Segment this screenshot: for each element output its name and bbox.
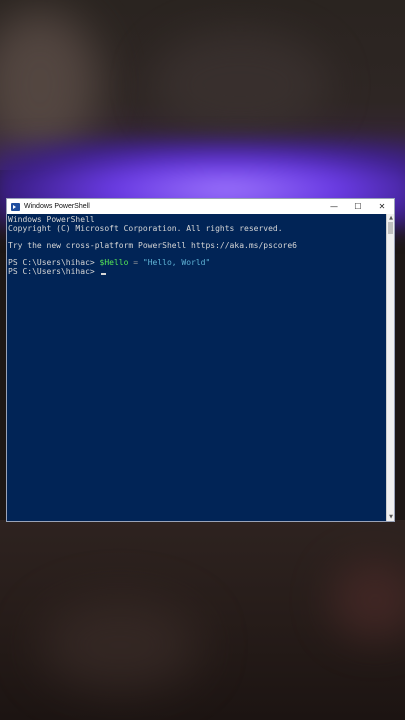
prompt: PS C:\Users\hihac> bbox=[8, 266, 100, 276]
current-prompt-line[interactable]: PS C:\Users\hihac> bbox=[8, 266, 387, 277]
variable-token: $Hello bbox=[99, 257, 129, 267]
scroll-down-arrow-icon[interactable]: ▼ bbox=[388, 514, 394, 520]
background-blur bbox=[40, 600, 200, 690]
console-output[interactable]: Windows PowerShell Copyright (C) Microso… bbox=[7, 214, 387, 521]
powershell-icon bbox=[11, 202, 20, 211]
scrollbar-thumb[interactable] bbox=[388, 222, 393, 234]
window-title: Windows PowerShell bbox=[24, 203, 90, 210]
minimize-button[interactable]: — bbox=[322, 199, 346, 214]
text-cursor bbox=[100, 272, 106, 275]
console-line: Copyright (C) Microsoft Corporation. All… bbox=[8, 223, 283, 233]
operator-token: = bbox=[128, 257, 143, 267]
powershell-window: Windows PowerShell — ☐ ✕ Windows PowerSh… bbox=[6, 198, 395, 522]
string-token: "Hello, World" bbox=[142, 257, 211, 267]
background-blur bbox=[150, 30, 330, 140]
title-bar[interactable]: Windows PowerShell — ☐ ✕ bbox=[7, 199, 394, 214]
vertical-scrollbar[interactable]: ▲ ▼ bbox=[386, 214, 394, 521]
console-line: Try the new cross-platform PowerShell ht… bbox=[8, 240, 297, 250]
close-button[interactable]: ✕ bbox=[370, 199, 394, 214]
maximize-button[interactable]: ☐ bbox=[346, 199, 370, 214]
window-controls: — ☐ ✕ bbox=[322, 199, 394, 214]
scroll-up-arrow-icon[interactable]: ▲ bbox=[388, 215, 394, 221]
